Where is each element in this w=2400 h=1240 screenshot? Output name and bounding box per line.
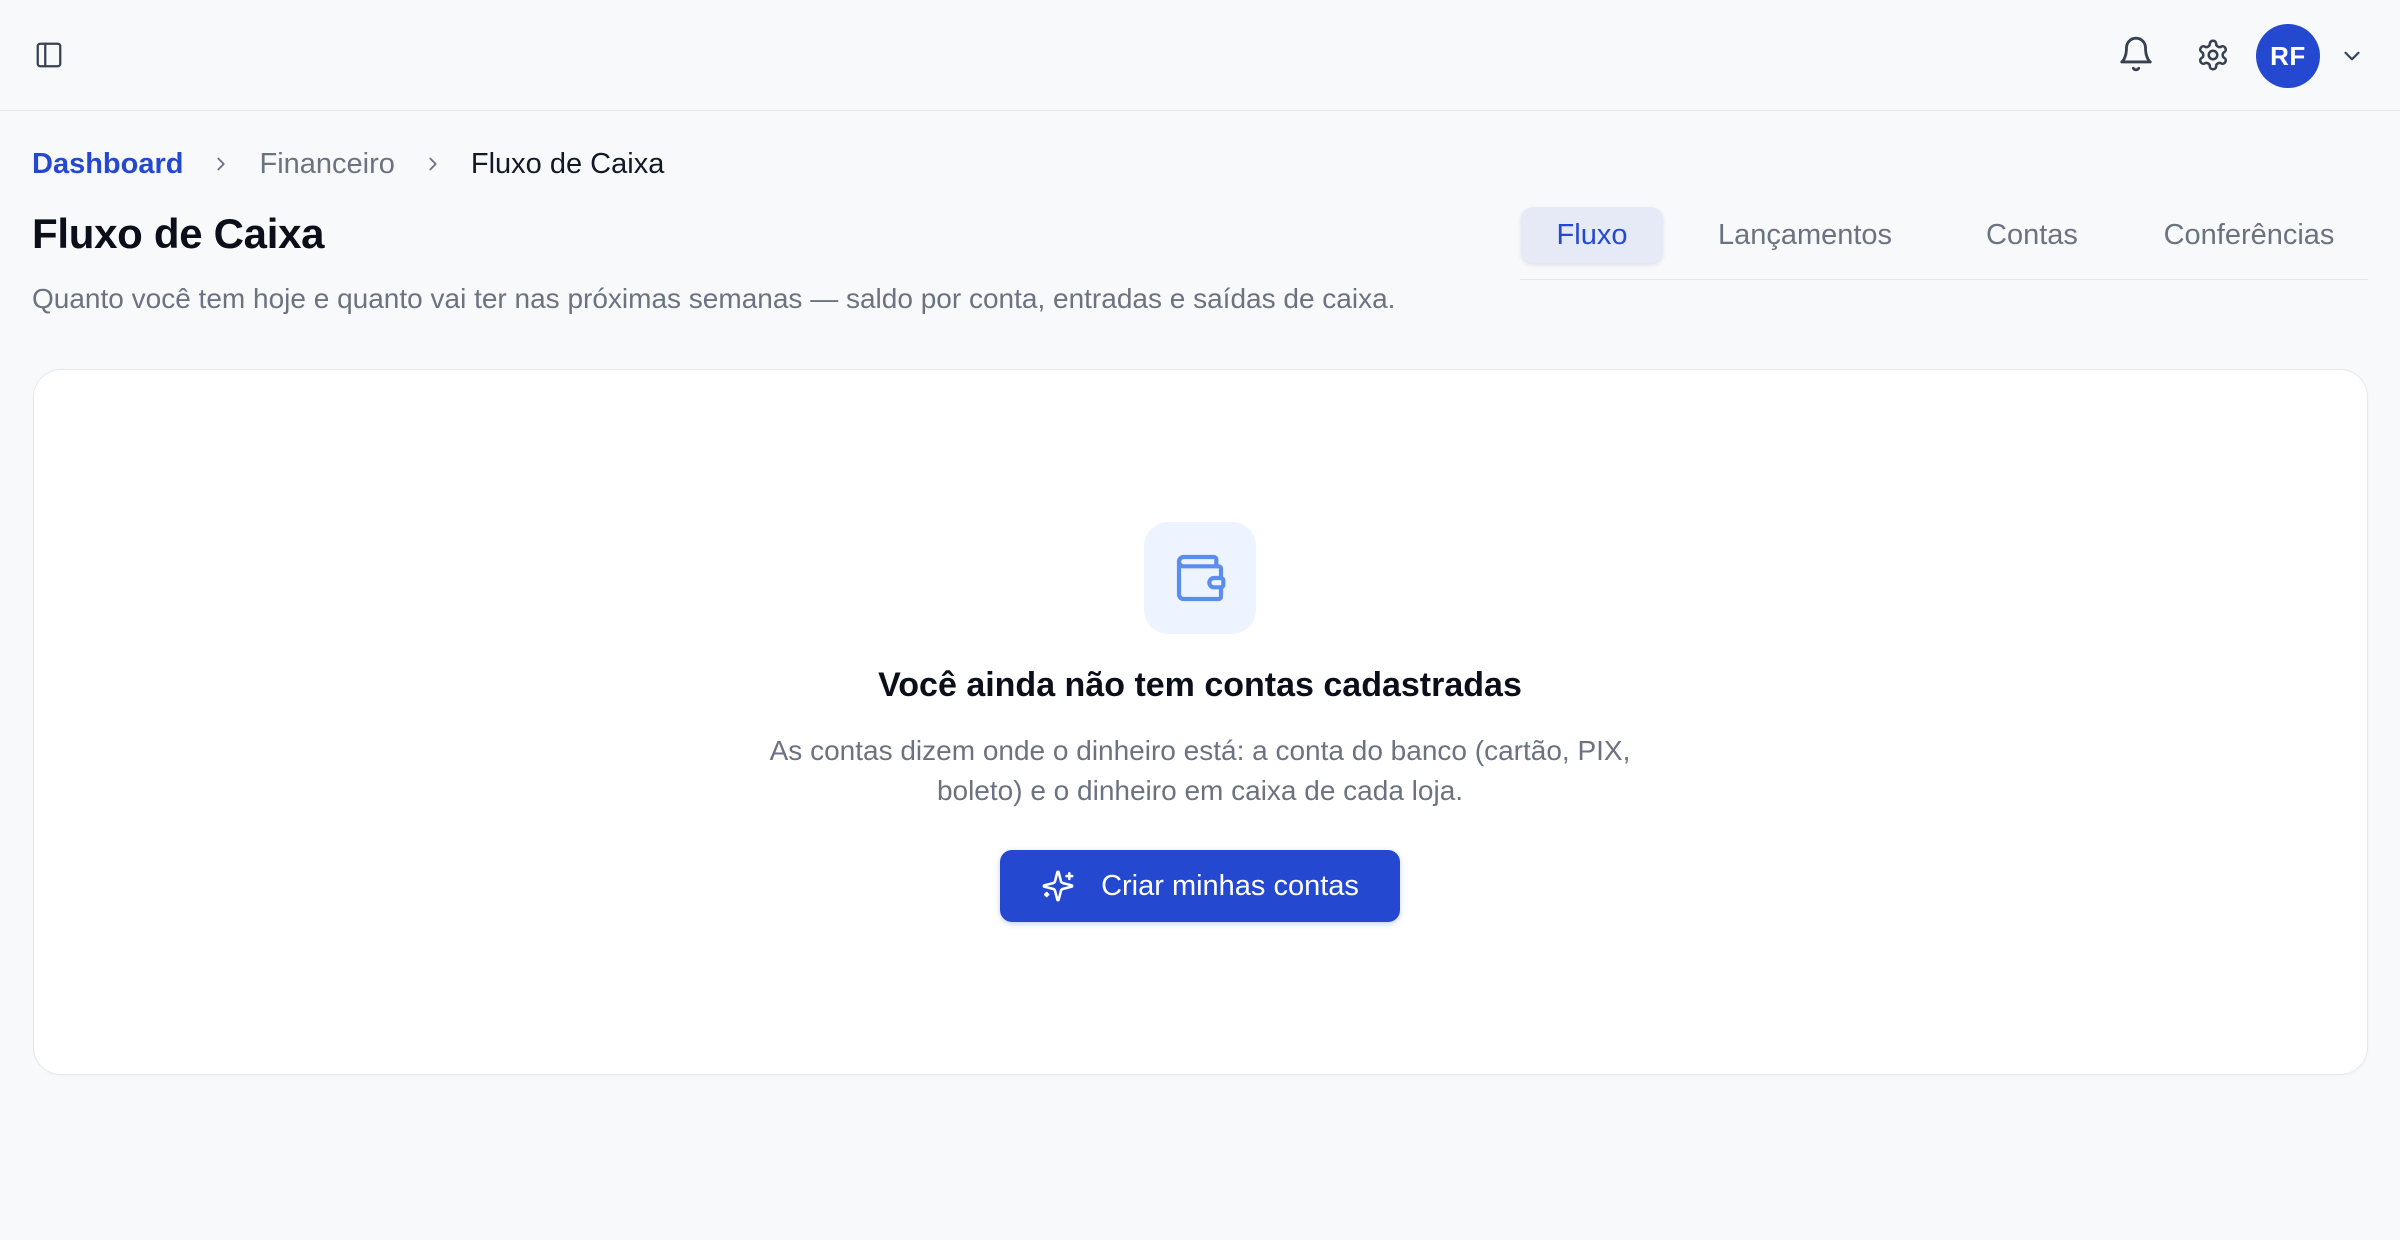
sparkles-icon xyxy=(1041,869,1075,903)
breadcrumb: Dashboard Financeiro Fluxo de Caixa xyxy=(32,146,664,182)
page-title: Fluxo de Caixa xyxy=(32,210,325,257)
tab-fluxo[interactable]: Fluxo xyxy=(1521,207,1663,263)
empty-state-title: Você ainda não tem contas cadastradas xyxy=(878,666,1522,704)
page-subtitle: Quanto você tem hoje e quanto vai ter na… xyxy=(32,283,1396,314)
breadcrumb-dashboard[interactable]: Dashboard xyxy=(32,148,183,181)
section-tabs: Fluxo Lançamentos Contas Conferências xyxy=(1520,207,2368,280)
chevron-right-icon xyxy=(209,152,233,176)
breadcrumb-current: Fluxo de Caixa xyxy=(470,147,665,180)
sidebar-panel-icon xyxy=(36,42,62,68)
top-bar: RF xyxy=(0,0,2400,111)
chevron-right-icon xyxy=(421,152,445,176)
bell-icon xyxy=(2120,36,2152,72)
user-avatar[interactable]: RF xyxy=(2256,24,2320,88)
tab-contas[interactable]: Contas xyxy=(1946,207,2118,263)
gear-icon xyxy=(2198,39,2228,71)
settings-button[interactable] xyxy=(2194,36,2232,74)
empty-state-card xyxy=(33,369,2368,1075)
notifications-button[interactable] xyxy=(2116,34,2156,74)
chevron-down-icon xyxy=(2344,51,2360,61)
create-accounts-button[interactable]: Criar minhas contas xyxy=(1000,850,1400,922)
breadcrumb-financeiro[interactable]: Financeiro xyxy=(259,148,394,181)
tab-lancamentos[interactable]: Lançamentos xyxy=(1680,207,1930,263)
empty-state-icon-box xyxy=(1144,522,1256,634)
avatar-initials: RF xyxy=(2270,40,2306,71)
sidebar-toggle-button[interactable] xyxy=(33,39,65,71)
empty-state-description: As contas dizem onde o dinheiro está: a … xyxy=(769,735,1631,806)
user-menu-button[interactable] xyxy=(2338,42,2366,70)
create-accounts-label: Criar minhas contas xyxy=(1101,869,1359,902)
wallet-icon xyxy=(1176,554,1226,602)
tab-conferencias[interactable]: Conferências xyxy=(2134,207,2364,263)
